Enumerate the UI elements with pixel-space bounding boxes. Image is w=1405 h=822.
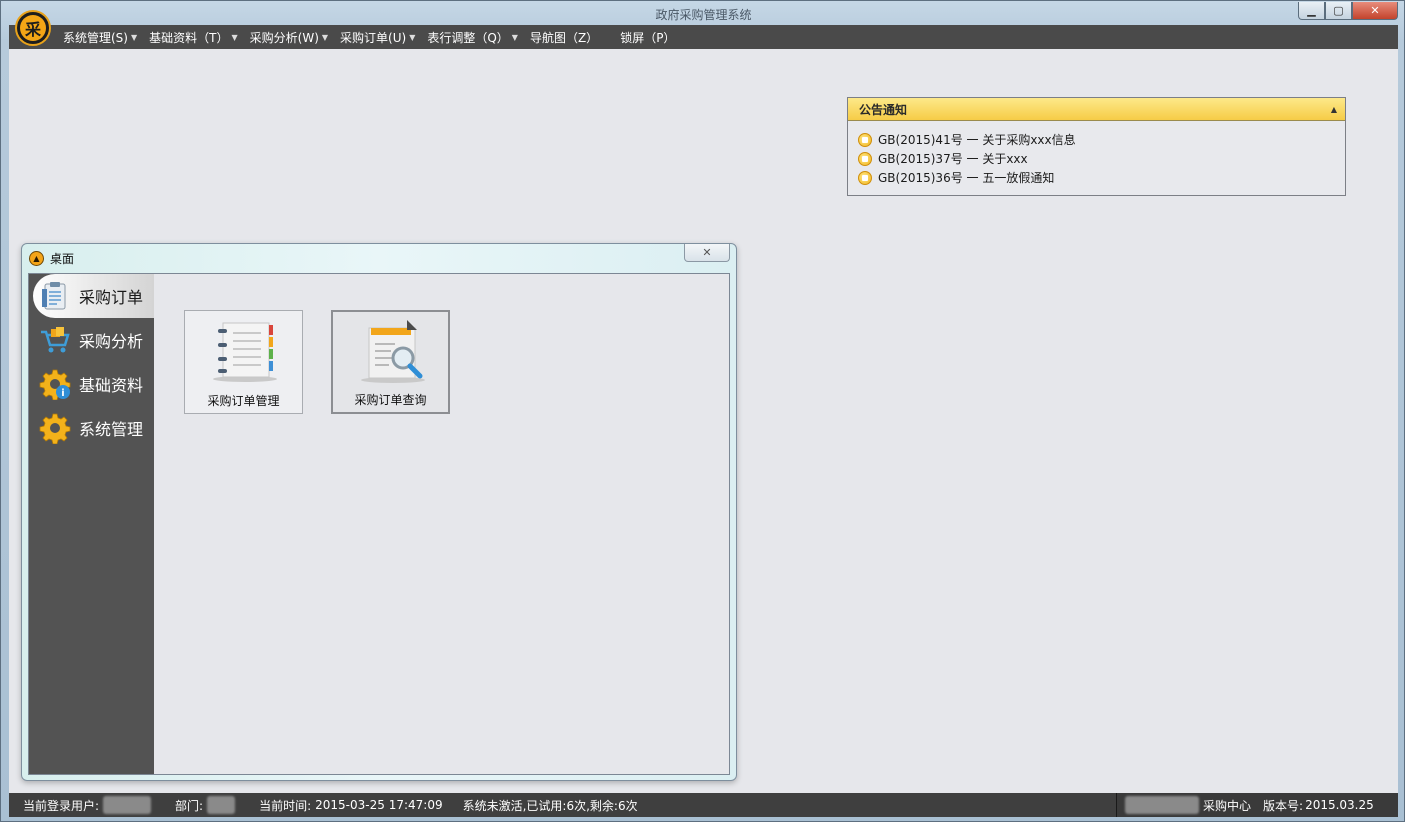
menu-label: 采购订单(U) [340,30,407,45]
svg-text:i: i [61,388,64,399]
menu-basic-data[interactable]: 基础资料（T） ▼ [149,29,238,46]
document-search-icon [361,320,425,383]
menu-bar: 系统管理(S) ▼ 基础资料（T） ▼ 采购分析(W) ▼ 采购订单(U) ▼ 表行调整… [9,25,1398,49]
gear-icon [39,413,71,444]
notice-header[interactable]: 公告通知 ▲ [848,98,1345,121]
menu-label: 采购分析(W) [249,30,319,45]
sidebar-item-analysis[interactable]: 采购分析 [29,318,154,362]
menu-system[interactable]: 系统管理(S) ▼ [63,29,137,46]
chevron-down-icon: ▼ [231,32,238,42]
status-dept: 部门: [175,796,239,814]
chevron-down-icon: ▼ [130,32,138,42]
tile-label: 采购订单查询 [354,393,427,407]
status-user: 当前登录用户: [23,796,155,814]
window-controls: ▁ ▢ ✕ [1298,2,1398,20]
notice-text: GB(2015)37号 一 关于xxx [878,152,1028,166]
window-icon: ▲ [29,250,44,266]
notice-item[interactable]: GB(2015)41号 一 关于采购xxx信息 [858,130,1345,149]
app-window: 政府采购管理系统 ▁ ▢ ✕ 采 系统管理(S) ▼ 基础资料（T） ▼ 采购分析(… [0,0,1405,822]
redacted-user [103,796,152,814]
app-logo-icon[interactable]: 采 [15,10,51,46]
notice-item[interactable]: GB(2015)36号 一 五一放假通知 [858,168,1345,187]
sidebar-item-label: 采购分析 [79,332,144,351]
menu-label: 锁屏（P） [620,30,676,45]
notice-text: GB(2015)36号 一 五一放假通知 [878,171,1055,185]
status-time: 当前时间: 2015-03-25 17:47:09 [259,797,443,814]
redacted-org [1125,796,1199,814]
menu-label: 系统管理(S) [63,30,128,45]
menu-lock-screen[interactable]: 锁屏（P） [620,29,675,46]
notice-bullet-icon [858,132,872,147]
status-activation-text: 系统未激活,已试用:6次,剩余:6次 [462,798,638,813]
menu-label: 表行调整（Q） [427,30,509,45]
menu-orders[interactable]: 采购订单(U) ▼ [340,29,415,46]
sidebar-item-orders[interactable]: 采购订单 [33,274,154,318]
status-right: 采购中心 版本号: 2015.03.25 [1116,793,1398,817]
status-version-value: 2015.03.25 [1305,798,1374,812]
tile-order-query[interactable]: 采购订单查询 [331,310,450,414]
status-version-label: 版本号: [1263,798,1304,813]
chevron-down-icon: ▼ [511,32,518,42]
notice-item[interactable]: GB(2015)37号 一 关于xxx [858,149,1345,168]
menu-label: 基础资料（T） [149,30,229,45]
notice-panel: 公告通知 ▲ GB(2015)41号 一 关于采购xxx信息 GB(2015)3… [847,97,1346,196]
desktop-title-bar[interactable]: ▲ 桌面 [22,244,736,272]
minimize-button[interactable]: ▁ [1298,2,1325,20]
main-area: 公告通知 ▲ GB(2015)41号 一 关于采购xxx信息 GB(2015)3… [9,49,1398,793]
title-bar[interactable]: 政府采购管理系统 ▁ ▢ ✕ [1,1,1405,25]
menu-analysis[interactable]: 采购分析(W) ▼ [250,29,328,46]
window-title: 政府采购管理系统 [655,8,752,22]
sidebar-item-label: 采购订单 [79,288,144,307]
menu-label: 导航图（Z） [529,30,599,45]
chevron-down-icon: ▼ [409,32,416,42]
notice-bullet-icon [858,151,872,166]
sidebar-item-label: 系统管理 [79,420,144,439]
maximize-button[interactable]: ▢ [1325,2,1352,20]
status-dept-label: 部门: [175,798,204,813]
collapse-up-icon[interactable]: ▲ [1331,105,1337,114]
cart-icon [41,327,70,353]
desktop-body: 采购订单 采购分析 i 基础资料 系统管理 采购订单管理 采购订单查询 [28,273,730,775]
desktop-content: 采购订单管理 采购订单查询 [154,274,729,774]
desktop-sidebar: 采购订单 采购分析 i 基础资料 系统管理 [29,274,154,774]
notice-list: GB(2015)41号 一 关于采购xxx信息 GB(2015)37号 一 关于… [848,121,1345,187]
notice-bullet-icon [858,170,872,185]
tile-order-management[interactable]: 采购订单管理 [184,310,303,414]
status-user-label: 当前登录用户: [23,798,100,813]
sidebar-item-basic-data[interactable]: i 基础资料 [29,362,154,406]
sidebar-item-system[interactable]: 系统管理 [29,406,154,450]
desktop-window: ▲ 桌面 ✕ 采购订单 采购分析 i 基础资料 系统管理 采购订单管理 采购订单… [21,243,737,781]
status-center: 采购中心 [1203,798,1252,813]
menu-navigation[interactable]: 导航图（Z） [530,29,598,46]
desktop-title: 桌面 [50,251,75,266]
status-bar: 当前登录用户: 部门: 当前时间: 2015-03-25 17:47:09 系统… [9,793,1398,817]
status-time-value: 2015-03-25 17:47:09 [315,798,443,812]
redacted-dept [207,796,236,814]
close-button[interactable]: ✕ [1352,2,1398,20]
notebook-icon [213,322,277,382]
app-logo-char: 采 [20,15,46,41]
clipboard-icon [42,282,66,310]
status-activation: 系统未激活,已试用:6次,剩余:6次 [463,797,638,814]
notice-text: GB(2015)41号 一 关于采购xxx信息 [878,133,1076,147]
notice-title: 公告通知 [859,102,908,117]
menu-table-adjust[interactable]: 表行调整（Q） ▼ [427,29,518,46]
chevron-down-icon: ▼ [321,32,329,42]
gear-info-icon: i [39,369,71,400]
desktop-close-button[interactable]: ✕ [684,244,730,262]
sidebar-item-label: 基础资料 [79,376,144,395]
status-time-label: 当前时间: [259,798,312,813]
tile-label: 采购订单管理 [207,394,280,408]
